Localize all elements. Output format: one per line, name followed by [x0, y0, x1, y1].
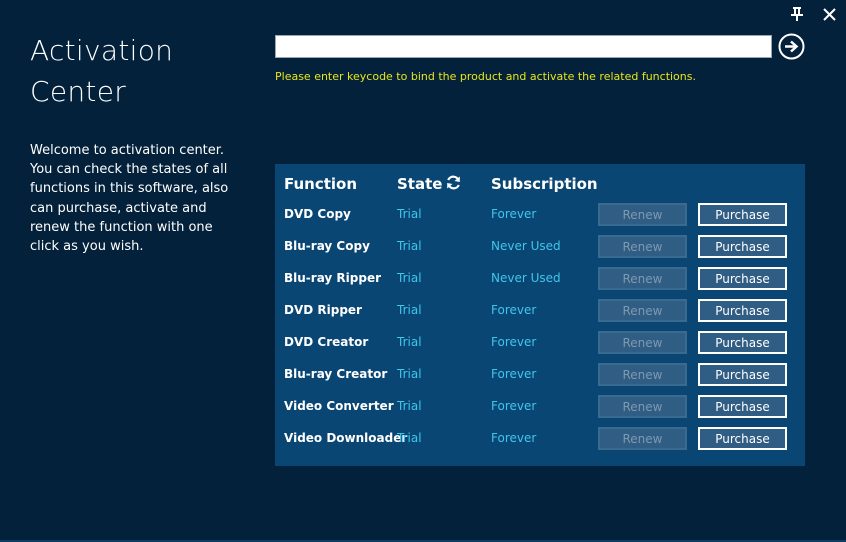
table-row: Blu-ray Copy Trial Never Used Renew Purc… — [275, 229, 805, 261]
function-name: Video Converter — [284, 399, 394, 413]
functions-table: Function State Subscription DVD Copy Tri… — [275, 164, 805, 466]
function-subscription: Never Used — [491, 239, 561, 253]
function-state: Trial — [397, 335, 422, 349]
function-state: Trial — [397, 239, 422, 253]
purchase-button[interactable]: Purchase — [698, 299, 787, 322]
function-state: Trial — [397, 399, 422, 413]
function-state: Trial — [397, 271, 422, 285]
arrow-right-circle-icon — [778, 33, 805, 60]
table-row: Video Converter Trial Forever Renew Purc… — [275, 389, 805, 421]
renew-button[interactable]: Renew — [598, 331, 687, 354]
purchase-button[interactable]: Purchase — [698, 363, 787, 386]
header-function: Function — [284, 175, 358, 193]
renew-button[interactable]: Renew — [598, 267, 687, 290]
function-name: Blu-ray Copy — [284, 239, 370, 253]
renew-button[interactable]: Renew — [598, 395, 687, 418]
function-subscription: Never Used — [491, 271, 561, 285]
function-name: Blu-ray Ripper — [284, 271, 382, 285]
function-subscription: Forever — [491, 399, 537, 413]
function-name: Blu-ray Creator — [284, 367, 388, 381]
title-line-2: Center — [30, 75, 127, 108]
function-state: Trial — [397, 303, 422, 317]
pin-icon[interactable] — [788, 5, 806, 23]
renew-button[interactable]: Renew — [598, 427, 687, 450]
refresh-icon[interactable] — [445, 174, 462, 191]
table-row: Blu-ray Ripper Trial Never Used Renew Pu… — [275, 261, 805, 293]
table-row: DVD Creator Trial Forever Renew Purchase — [275, 325, 805, 357]
purchase-button[interactable]: Purchase — [698, 203, 787, 226]
function-subscription: Forever — [491, 303, 537, 317]
table-row: DVD Copy Trial Forever Renew Purchase — [275, 197, 805, 229]
function-name: Video Downloader — [284, 431, 408, 445]
close-icon[interactable] — [820, 5, 838, 23]
table-row: Video Downloader Trial Forever Renew Pur… — [275, 421, 805, 453]
function-name: DVD Copy — [284, 207, 351, 221]
keycode-hint: Please enter keycode to bind the product… — [275, 70, 696, 83]
page-title: Activation Center — [30, 30, 230, 112]
purchase-button[interactable]: Purchase — [698, 235, 787, 258]
renew-button[interactable]: Renew — [598, 363, 687, 386]
purchase-button[interactable]: Purchase — [698, 395, 787, 418]
function-state: Trial — [397, 367, 422, 381]
table-row: Blu-ray Creator Trial Forever Renew Purc… — [275, 357, 805, 389]
keycode-input[interactable] — [275, 35, 772, 58]
submit-keycode-button[interactable] — [778, 33, 805, 60]
renew-button[interactable]: Renew — [598, 299, 687, 322]
function-state: Trial — [397, 431, 422, 445]
function-name: DVD Creator — [284, 335, 369, 349]
titlebar-controls — [788, 5, 838, 23]
renew-button[interactable]: Renew — [598, 235, 687, 258]
header-state: State — [397, 175, 443, 193]
function-subscription: Forever — [491, 335, 537, 349]
title-line-1: Activation — [30, 34, 174, 67]
purchase-button[interactable]: Purchase — [698, 267, 787, 290]
function-subscription: Forever — [491, 367, 537, 381]
header-subscription: Subscription — [491, 175, 598, 193]
welcome-text: Welcome to activation center. You can ch… — [30, 143, 229, 255]
purchase-button[interactable]: Purchase — [698, 427, 787, 450]
purchase-button[interactable]: Purchase — [698, 331, 787, 354]
function-name: DVD Ripper — [284, 303, 362, 317]
function-subscription: Forever — [491, 207, 537, 221]
activation-center-window: Activation Center Welcome to activation … — [0, 0, 846, 542]
table-row: DVD Ripper Trial Forever Renew Purchase — [275, 293, 805, 325]
function-subscription: Forever — [491, 431, 537, 445]
renew-button[interactable]: Renew — [598, 203, 687, 226]
function-state: Trial — [397, 207, 422, 221]
